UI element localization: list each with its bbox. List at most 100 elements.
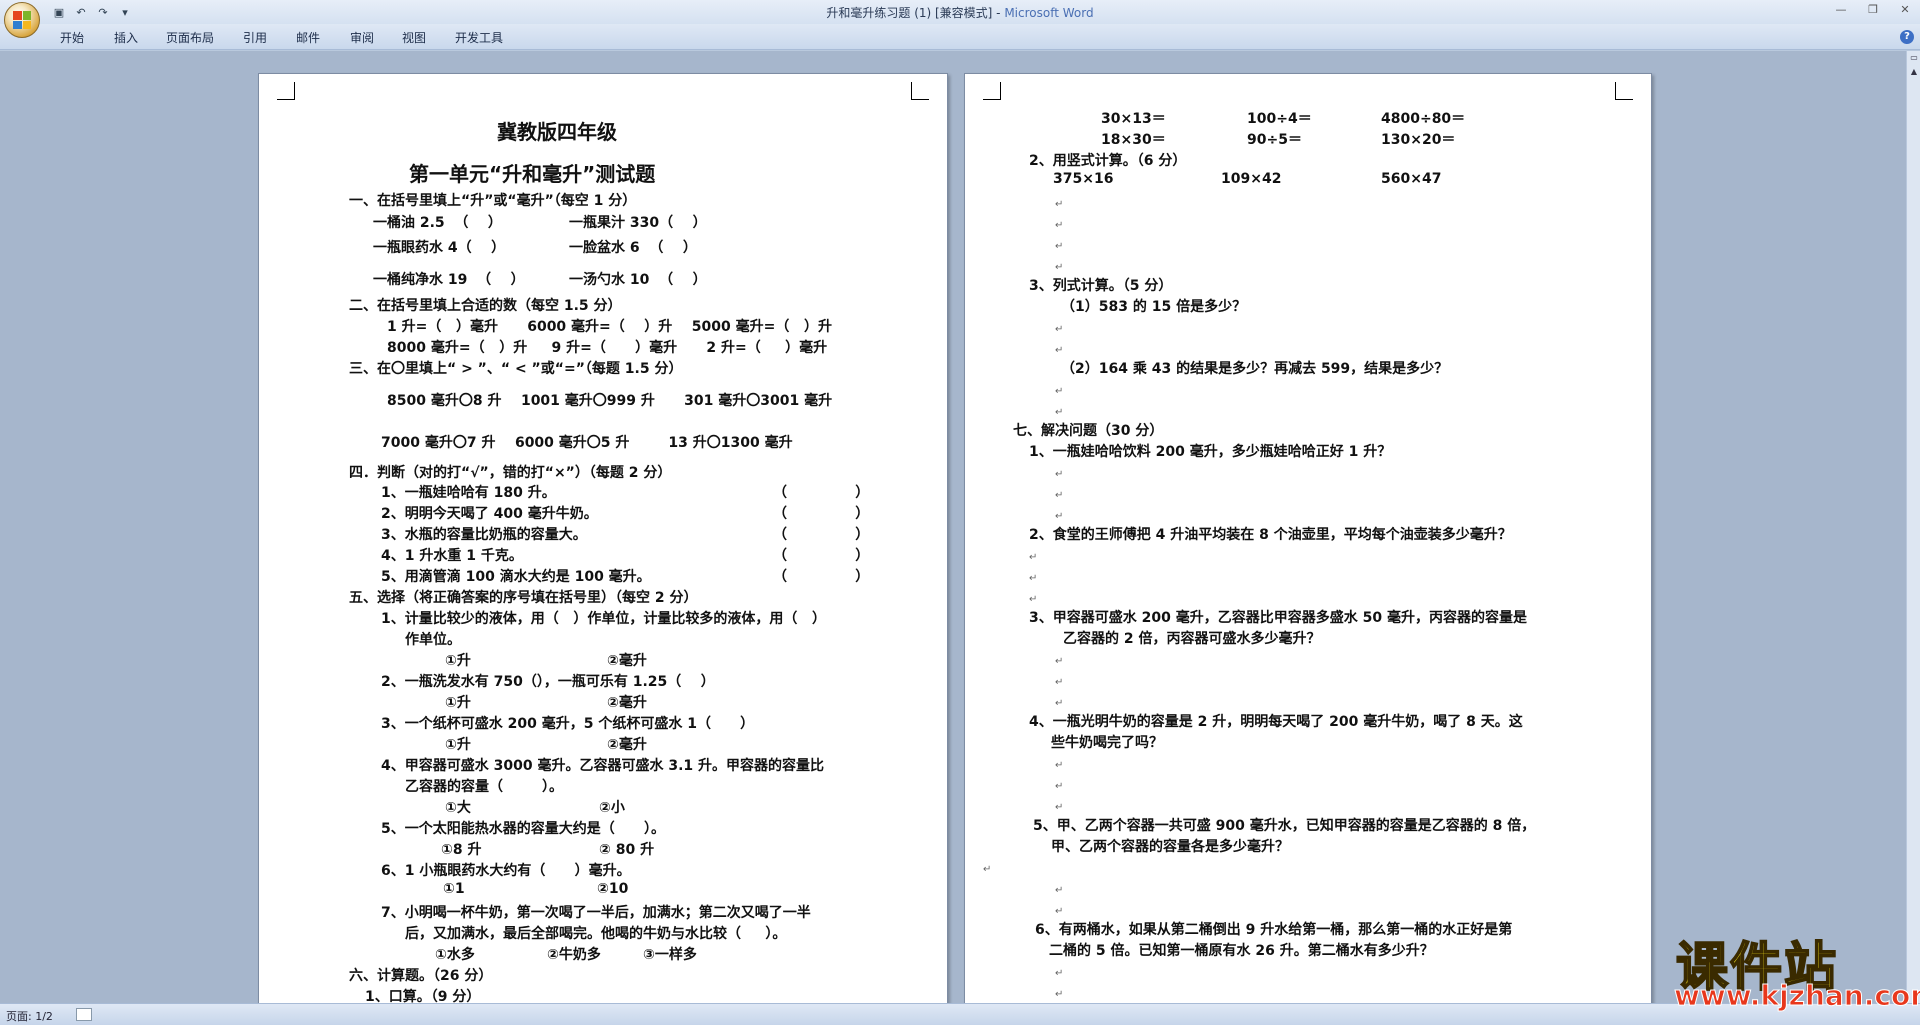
question-line: 4、1 升水重 1 千克。 xyxy=(381,548,523,564)
calc-item: 4800÷80＝ xyxy=(1381,111,1466,127)
ribbon-tabs: 开始 插入 页面布局 引用 邮件 审阅 视图 开发工具 ? xyxy=(0,24,1920,50)
paragraph-mark: ↵ xyxy=(1055,199,1064,210)
tab-view[interactable]: 视图 xyxy=(402,29,426,46)
question-line: 后，又加满水，最后全部喝完。他喝的牛奶与水比较（ ）。 xyxy=(405,926,787,942)
question-line: 2、食堂的王师傅把 4 升油平均装在 8 个油壶里，平均每个油壶装多少毫升？ xyxy=(1029,527,1512,543)
option: ①8 升 xyxy=(441,842,482,858)
calc-item: 30×13＝ xyxy=(1101,111,1166,127)
watermark-url: www.kjzhan.com xyxy=(1673,979,1920,1013)
tab-references[interactable]: 引用 xyxy=(243,29,267,46)
answer-bracket: （ ） xyxy=(773,506,870,522)
window-controls: — ❐ ✕ xyxy=(1832,2,1914,18)
tab-review[interactable]: 审阅 xyxy=(350,29,374,46)
doc-subtitle: 第一单元“升和毫升”测试题 xyxy=(409,162,656,186)
office-logo-icon xyxy=(13,11,31,29)
calc-item: 18×30＝ xyxy=(1101,132,1166,148)
question-line: 乙容器的 2 倍，丙容器可盛水多少毫升？ xyxy=(1063,631,1321,647)
paragraph-mark: ↵ xyxy=(1055,885,1064,896)
option: ② 80 升 xyxy=(599,842,655,858)
paragraph-mark: ↵ xyxy=(1055,698,1064,709)
question-line: 一瓶果汁 330（ ） xyxy=(569,215,707,231)
maximize-icon[interactable]: ❐ xyxy=(1864,2,1882,18)
section-heading: 六、计算题。（26 分） xyxy=(349,968,493,984)
question-line: 1、一瓶娃哈哈有 180 升。 xyxy=(381,485,556,501)
option: ①大 xyxy=(445,800,471,816)
margin-corner-mark xyxy=(277,82,295,100)
option: ②10 xyxy=(597,881,629,897)
document-page-1[interactable]: 冀教版四年级 第一单元“升和毫升”测试题 一、在括号里填上“升”或“毫升”（每空… xyxy=(258,73,948,1013)
paragraph-mark: ↵ xyxy=(1055,802,1064,813)
close-icon[interactable]: ✕ xyxy=(1896,2,1914,18)
paragraph-mark: ↵ xyxy=(1055,407,1064,418)
question-line: 1 升=（ ）毫升 6000 毫升=（ ）升 5000 毫升=（ ）升 xyxy=(387,319,832,335)
tab-page-layout[interactable]: 页面布局 xyxy=(166,29,214,46)
tab-developer[interactable]: 开发工具 xyxy=(455,29,503,46)
paragraph-mark: ↵ xyxy=(1055,386,1064,397)
paragraph-mark: ↵ xyxy=(1055,241,1064,252)
paragraph-mark: ↵ xyxy=(1055,220,1064,231)
paragraph-mark: ↵ xyxy=(1055,490,1064,501)
option: ①1 xyxy=(443,881,465,897)
scroll-up-icon[interactable]: ▲ xyxy=(1907,65,1920,79)
question-line: 二桶的 5 倍。已知第一桶原有水 26 升。第二桶水有多少升？ xyxy=(1049,943,1434,959)
office-button[interactable] xyxy=(4,2,40,38)
question-line: 一脸盆水 6 （ ） xyxy=(569,240,697,256)
option: ②小 xyxy=(599,800,625,816)
tab-home[interactable]: 开始 xyxy=(60,29,84,46)
section-heading: 三、在〇里填上“ > ”、“ < ”或“=”（每题 1.5 分） xyxy=(349,361,683,377)
minimize-icon[interactable]: — xyxy=(1832,2,1850,18)
calc-item: 90÷5＝ xyxy=(1247,132,1302,148)
question-line: 作单位。 xyxy=(405,632,461,648)
question-line: 8500 毫升〇8 升 1001 毫升〇999 升 301 毫升〇3001 毫升 xyxy=(387,393,833,409)
question-line: 5、一个太阳能热水器的容量大约是（ ）。 xyxy=(381,821,665,837)
option: ①升 xyxy=(445,653,471,669)
calc-item: 100÷4＝ xyxy=(1247,111,1312,127)
vertical-scrollbar[interactable]: ▭ ▲ xyxy=(1906,51,1920,1003)
paragraph-mark: ↵ xyxy=(1055,656,1064,667)
calc-item: 560×47 xyxy=(1381,171,1442,187)
language-icon[interactable] xyxy=(76,1008,92,1021)
option: ①水多 xyxy=(435,947,475,963)
question-line: 6、有两桶水，如果从第二桶倒出 9 升水给第一桶，那么第一桶的水正好是第 xyxy=(1035,922,1513,938)
calc-item: 375×16 xyxy=(1053,171,1114,187)
help-icon[interactable]: ? xyxy=(1900,30,1914,44)
option: ①升 xyxy=(445,737,471,753)
paragraph-mark: ↵ xyxy=(1055,469,1064,480)
option: ②毫升 xyxy=(607,737,647,753)
paragraph-mark: ↵ xyxy=(1029,573,1038,584)
option: ②毫升 xyxy=(607,695,647,711)
split-icon[interactable]: ▭ xyxy=(1907,51,1920,65)
paragraph-mark: ↵ xyxy=(1055,345,1064,356)
question-line: 1、计量比较少的液体，用（ ）作单位，计量比较多的液体，用（ ） xyxy=(381,611,826,627)
answer-bracket: （ ） xyxy=(773,548,870,564)
section-heading: 3、列式计算。（5 分） xyxy=(1029,278,1173,294)
paragraph-mark: ↵ xyxy=(1055,511,1064,522)
paragraph-mark: ↵ xyxy=(983,864,992,875)
margin-corner-mark xyxy=(1615,82,1633,100)
question-line: 5、用滴管滴 100 滴水大约是 100 毫升。 xyxy=(381,569,651,585)
paragraph-mark: ↵ xyxy=(1055,677,1064,688)
tab-mailings[interactable]: 邮件 xyxy=(296,29,320,46)
question-line: 6、1 小瓶眼药水大约有（ ）毫升。 xyxy=(381,863,631,879)
question-line: 4、一瓶光明牛奶的容量是 2 升，明明每天喝了 200 毫升牛奶，喝了 8 天。… xyxy=(1029,714,1523,730)
tab-insert[interactable]: 插入 xyxy=(114,29,138,46)
question-line: 乙容器的容量（ ）。 xyxy=(405,779,563,795)
calc-item: 130×20＝ xyxy=(1381,132,1456,148)
question-line: 8000 毫升=（ ）升 9 升=（ ）毫升 2 升=（ ）毫升 xyxy=(387,340,828,356)
paragraph-mark: ↵ xyxy=(1055,906,1064,917)
watermark-logo: 课件站 www.kjzhan.com xyxy=(1668,925,1920,1013)
paragraph-mark: ↵ xyxy=(1029,594,1038,605)
answer-bracket: （ ） xyxy=(773,569,870,585)
section-heading: 五、选择（将正确答案的序号填在括号里）（每空 2 分） xyxy=(349,590,698,606)
page-indicator[interactable]: 页面: 1/2 xyxy=(6,1008,53,1024)
question-line: 3、甲容器可盛水 200 毫升，乙容器比甲容器多盛水 50 毫升，丙容器的容量是 xyxy=(1029,610,1527,626)
section-heading: 一、在括号里填上“升”或“毫升”（每空 1 分） xyxy=(349,193,637,209)
title-bar: ▣ ↶ ↷ ▾ 升和毫升练习题 (1) [兼容模式] - Microsoft W… xyxy=(0,0,1920,38)
answer-bracket: （ ） xyxy=(773,485,870,501)
question-line: （1）583 的 15 倍是多少？ xyxy=(1061,299,1247,315)
document-page-2[interactable]: 30×13＝ 100÷4＝ 4800÷80＝ 18×30＝ 90÷5＝ 130×… xyxy=(964,73,1652,1013)
question-line: 3、一个纸杯可盛水 200 毫升，5 个纸杯可盛水 1（ ） xyxy=(381,716,755,732)
option: ①升 xyxy=(445,695,471,711)
section-heading: 2、用竖式计算。（6 分） xyxy=(1029,153,1187,169)
question-line: 些牛奶喝完了吗？ xyxy=(1051,735,1163,751)
